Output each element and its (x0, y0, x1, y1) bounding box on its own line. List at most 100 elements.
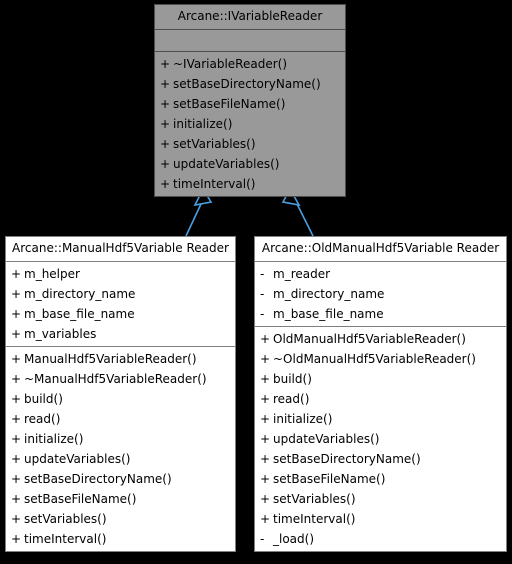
attribute-row[interactable]: + m_variables (6, 324, 235, 344)
visibility-marker: + (11, 326, 22, 341)
method-name: updateVariables() (24, 451, 131, 466)
method-name: setBaseFileName() (24, 491, 137, 506)
method-name: setVariables() (273, 491, 356, 506)
attribute-name: m_base_file_name (273, 306, 384, 321)
class-box-oldmanualhdf5variablereader[interactable]: Arcane::OldManualHdf5Variable Reader - m… (254, 236, 507, 552)
visibility-marker: + (260, 371, 271, 386)
visibility-marker: + (11, 411, 22, 426)
visibility-marker: + (160, 176, 171, 191)
method-name: read() (24, 411, 61, 426)
visibility-marker: + (160, 56, 171, 71)
attribute-name: m_base_file_name (24, 306, 135, 321)
method-name: setBaseDirectoryName() (273, 451, 421, 466)
method-row[interactable]: + updateVariables() (155, 154, 345, 174)
method-row[interactable]: + setVariables() (155, 134, 345, 154)
method-name: build() (24, 391, 63, 406)
method-row[interactable]: + setVariables() (6, 509, 235, 529)
visibility-marker: + (260, 431, 271, 446)
visibility-marker: + (260, 471, 271, 486)
method-name: ~IVariableReader() (173, 56, 288, 71)
method-name: read() (273, 391, 310, 406)
visibility-marker: + (11, 391, 22, 406)
visibility-marker: + (11, 471, 22, 486)
method-name: ~ManualHdf5VariableReader() (24, 371, 207, 386)
method-row[interactable]: + setBaseFileName() (255, 469, 506, 489)
attribute-name: m_directory_name (273, 286, 385, 301)
visibility-marker: + (11, 451, 22, 466)
visibility-marker: + (260, 411, 271, 426)
method-row[interactable]: + timeInterval() (155, 174, 345, 194)
visibility-marker: + (11, 531, 22, 546)
method-row[interactable]: - _load() (255, 529, 506, 549)
attribute-row[interactable]: + m_directory_name (6, 284, 235, 304)
visibility-marker: + (11, 286, 22, 301)
class-title-ivariablereader: Arcane::IVariableReader (155, 5, 345, 30)
visibility-marker: + (260, 451, 271, 466)
visibility-marker: + (160, 96, 171, 111)
method-name: updateVariables() (173, 156, 280, 171)
visibility-marker: - (260, 266, 265, 281)
method-name: initialize() (173, 116, 233, 131)
visibility-marker: + (11, 511, 22, 526)
method-row[interactable]: + setBaseDirectoryName() (155, 74, 345, 94)
method-row[interactable]: + timeInterval() (6, 529, 235, 549)
visibility-marker: + (260, 351, 271, 366)
class-box-manualhdf5variablereader[interactable]: Arcane::ManualHdf5Variable Reader + m_he… (5, 236, 236, 552)
method-name: timeInterval() (24, 531, 107, 546)
inheritance-edge-line (296, 203, 314, 237)
attribute-row[interactable]: - m_base_file_name (255, 304, 506, 324)
method-row[interactable]: + setBaseFileName() (155, 94, 345, 114)
method-row[interactable]: + build() (6, 389, 235, 409)
visibility-marker: + (260, 511, 271, 526)
visibility-marker: + (11, 491, 22, 506)
attribute-section-oldmanualhdf5variablereader: - m_reader - m_directory_name - m_base_f… (255, 262, 506, 327)
method-row[interactable]: + updateVariables() (255, 429, 506, 449)
method-row[interactable]: + ~OldManualHdf5VariableReader() (255, 349, 506, 369)
method-name: timeInterval() (273, 511, 356, 526)
class-box-ivariablereader[interactable]: Arcane::IVariableReader + ~IVariableRead… (154, 4, 346, 197)
method-name: _load() (273, 531, 315, 546)
method-name: ManualHdf5VariableReader() (24, 351, 197, 366)
visibility-marker: + (160, 136, 171, 151)
attribute-row[interactable]: + m_base_file_name (6, 304, 235, 324)
method-row[interactable]: + timeInterval() (255, 509, 506, 529)
attribute-row[interactable]: - m_reader (255, 264, 506, 284)
method-row[interactable]: + initialize() (6, 429, 235, 449)
method-name: build() (273, 371, 312, 386)
method-name: setBaseFileName() (273, 471, 386, 486)
attribute-row[interactable]: + m_helper (6, 264, 235, 284)
inheritance-edge-line (185, 203, 202, 237)
attribute-name: m_variables (24, 326, 97, 341)
method-row[interactable]: + initialize() (155, 114, 345, 134)
method-row[interactable]: + ~IVariableReader() (155, 54, 345, 74)
method-section-ivariablereader: + ~IVariableReader() + setBaseDirectoryN… (155, 52, 345, 196)
method-row[interactable]: + setBaseDirectoryName() (6, 469, 235, 489)
attribute-name: m_reader (273, 266, 331, 281)
method-row[interactable]: + setBaseDirectoryName() (255, 449, 506, 469)
visibility-marker: + (11, 306, 22, 321)
method-row[interactable]: + setVariables() (255, 489, 506, 509)
method-row[interactable]: + ManualHdf5VariableReader() (6, 349, 235, 369)
method-row[interactable]: + OldManualHdf5VariableReader() (255, 329, 506, 349)
visibility-marker: - (260, 531, 265, 546)
method-row[interactable]: + updateVariables() (6, 449, 235, 469)
method-row[interactable]: + initialize() (255, 409, 506, 429)
class-diagram-canvas: Arcane::IVariableReader + ~IVariableRead… (0, 0, 512, 564)
visibility-marker: + (11, 371, 22, 386)
attribute-section-manualhdf5variablereader: + m_helper + m_directory_name + m_base_f… (6, 262, 235, 347)
method-name: updateVariables() (273, 431, 380, 446)
visibility-marker: + (160, 156, 171, 171)
attribute-row[interactable]: - m_directory_name (255, 284, 506, 304)
attribute-name: m_directory_name (24, 286, 136, 301)
method-name: initialize() (273, 411, 333, 426)
visibility-marker: + (260, 491, 271, 506)
visibility-marker: - (260, 286, 265, 301)
method-row[interactable]: + build() (255, 369, 506, 389)
method-row[interactable]: + read() (6, 409, 235, 429)
method-row[interactable]: + ~ManualHdf5VariableReader() (6, 369, 235, 389)
method-name: setVariables() (173, 136, 256, 151)
visibility-marker: + (260, 391, 271, 406)
method-row[interactable]: + read() (255, 389, 506, 409)
method-row[interactable]: + setBaseFileName() (6, 489, 235, 509)
visibility-marker: + (11, 431, 22, 446)
